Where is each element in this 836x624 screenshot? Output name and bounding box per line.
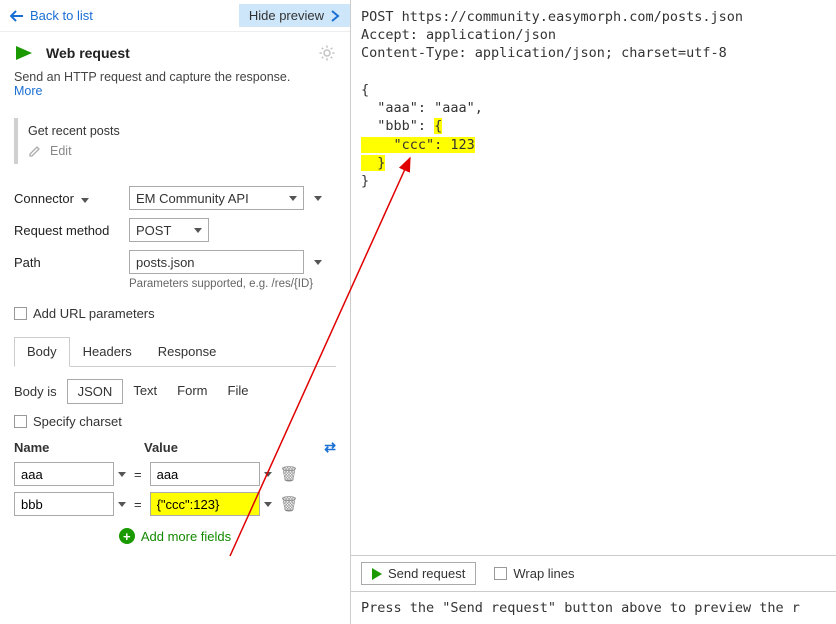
delete-row-button[interactable]: 🗑 [280, 495, 299, 513]
tab-response[interactable]: Response [145, 337, 230, 366]
name-header: Name [14, 440, 144, 455]
specify-charset-label: Specify charset [33, 414, 122, 429]
arrow-left-icon [10, 10, 24, 22]
path-hint: Parameters supported, e.g. /res/{ID} [129, 278, 336, 290]
field-value-input[interactable] [150, 462, 260, 486]
action-title: Web request [46, 45, 130, 61]
chevron-down-icon [289, 196, 297, 201]
play-icon [372, 568, 382, 580]
value-menu-caret[interactable] [264, 472, 272, 477]
specify-charset-checkbox[interactable]: Specify charset [14, 414, 336, 429]
more-link[interactable]: More [14, 84, 336, 98]
tab-headers[interactable]: Headers [70, 337, 145, 366]
chevron-right-icon [330, 10, 340, 22]
field-value-input[interactable] [150, 492, 260, 516]
value-header: Value [144, 440, 324, 455]
path-value: posts.json [136, 255, 195, 270]
add-more-label: Add more fields [141, 529, 231, 544]
edit-label: Edit [50, 144, 72, 158]
hide-preview-label: Hide preview [249, 8, 324, 23]
connector-value: EM Community API [136, 191, 249, 206]
gear-icon[interactable] [318, 44, 336, 62]
bodytype-json[interactable]: JSON [67, 379, 124, 404]
plus-icon: + [119, 528, 135, 544]
response-preview: Press the "Send request" button above to… [351, 592, 836, 624]
checkbox-icon [14, 307, 27, 320]
chevron-down-icon [194, 228, 202, 233]
web-request-icon [14, 44, 36, 62]
field-row: = 🗑 [14, 462, 336, 486]
edit-button[interactable]: Edit [28, 144, 326, 158]
tab-body[interactable]: Body [14, 337, 70, 367]
field-name-input[interactable] [14, 462, 114, 486]
equals-sign: = [134, 497, 142, 512]
path-input[interactable]: posts.json [129, 250, 304, 274]
field-name-input[interactable] [14, 492, 114, 516]
path-label: Path [14, 255, 119, 270]
body-is-label: Body is [14, 384, 57, 399]
name-menu-caret[interactable] [118, 472, 126, 477]
wrap-lines-label: Wrap lines [513, 566, 574, 581]
equals-sign: = [134, 467, 142, 482]
add-more-fields-button[interactable]: + Add more fields [14, 528, 336, 544]
action-name: Get recent posts [28, 124, 326, 138]
add-url-params-checkbox[interactable]: Add URL parameters [14, 306, 336, 321]
bodytype-form[interactable]: Form [167, 379, 217, 404]
request-preview: POST https://community.easymorph.com/pos… [351, 0, 836, 555]
checkbox-icon [14, 415, 27, 428]
value-menu-caret[interactable] [264, 502, 272, 507]
name-menu-caret[interactable] [118, 502, 126, 507]
method-label: Request method [14, 223, 119, 238]
connector-select[interactable]: EM Community API [129, 186, 304, 210]
bodytype-text[interactable]: Text [123, 379, 167, 404]
send-request-button[interactable]: Send request [361, 562, 476, 585]
bodytype-file[interactable]: File [218, 379, 259, 404]
swap-icon[interactable]: ⇄ [324, 439, 336, 456]
field-row: = 🗑 [14, 492, 336, 516]
checkbox-icon [494, 567, 507, 580]
pencil-icon [28, 144, 42, 158]
connector-menu-caret[interactable] [314, 196, 322, 201]
back-label: Back to list [30, 8, 93, 23]
method-value: POST [136, 223, 171, 238]
delete-row-button[interactable]: 🗑 [280, 465, 299, 483]
connector-label: Connector [14, 191, 119, 206]
action-subtitle: Send an HTTP request and capture the res… [14, 70, 336, 84]
back-to-list-button[interactable]: Back to list [0, 4, 103, 27]
add-url-params-label: Add URL parameters [33, 306, 155, 321]
path-menu-caret[interactable] [314, 260, 322, 265]
hide-preview-button[interactable]: Hide preview [239, 4, 350, 27]
action-name-box: Get recent posts Edit [14, 118, 336, 164]
wrap-lines-checkbox[interactable]: Wrap lines [494, 566, 574, 581]
method-select[interactable]: POST [129, 218, 209, 242]
send-label: Send request [388, 566, 465, 581]
